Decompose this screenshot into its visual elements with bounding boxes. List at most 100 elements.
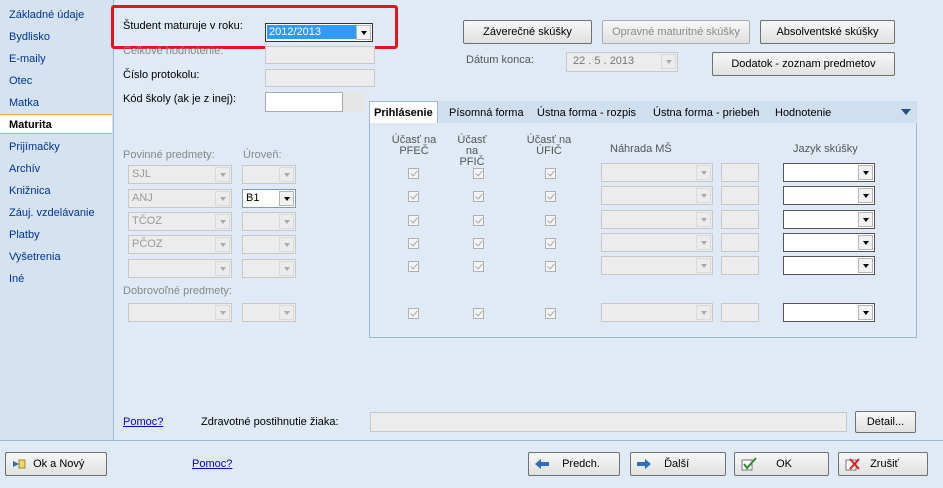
tab-overflow-icon[interactable]: [901, 109, 911, 115]
protocol-field[interactable]: [265, 69, 375, 87]
sidebar-item-bydlisko[interactable]: Bydlisko: [0, 27, 112, 47]
overall-rating-field[interactable]: [265, 46, 375, 64]
pfic-checkbox[interactable]: [473, 308, 484, 319]
chevron-down-icon[interactable]: [279, 261, 294, 276]
chevron-down-icon[interactable]: [858, 235, 873, 250]
chevron-down-icon[interactable]: [858, 212, 873, 227]
ufic-checkbox[interactable]: [545, 191, 556, 202]
chevron-down-icon[interactable]: [279, 305, 294, 320]
tab-prihlasenie[interactable]: Prihlásenie: [369, 101, 438, 123]
pfec-checkbox[interactable]: [408, 308, 419, 319]
tab-ustna-forma-rozpis[interactable]: Ústna forma - rozpis: [537, 104, 636, 122]
sidebar-item-zauj-vzdelavanie[interactable]: Záuj. vzdelávanie: [0, 203, 112, 223]
level-select-3[interactable]: [242, 212, 296, 231]
nahrada-code-field[interactable]: [721, 186, 759, 205]
final-exams-button[interactable]: Záverečné skúšky: [463, 20, 592, 44]
detail-button[interactable]: Detail...: [855, 411, 916, 433]
health-field[interactable]: [370, 412, 847, 432]
nahrada-select[interactable]: [601, 233, 713, 252]
ufic-checkbox[interactable]: [545, 238, 556, 249]
level-select-4[interactable]: [242, 235, 296, 254]
chevron-down-icon[interactable]: [279, 167, 294, 182]
chevron-down-icon[interactable]: [215, 191, 230, 206]
language-select[interactable]: [783, 163, 875, 182]
chevron-down-icon[interactable]: [696, 235, 711, 250]
pfec-checkbox[interactable]: [408, 168, 419, 179]
language-select[interactable]: [783, 210, 875, 229]
next-button[interactable]: Ďalší: [630, 452, 726, 476]
subject-select-4[interactable]: PČOZ: [128, 235, 232, 254]
cancel-button[interactable]: Zrušiť: [838, 452, 928, 476]
chevron-down-icon[interactable]: [215, 305, 230, 320]
help-link-main[interactable]: Pomoc?: [123, 416, 163, 428]
pfic-checkbox[interactable]: [473, 215, 484, 226]
subject-select-3[interactable]: TČOZ: [128, 212, 232, 231]
sidebar-item-maturita[interactable]: Maturita: [0, 114, 112, 134]
pfic-checkbox[interactable]: [473, 168, 484, 179]
language-select[interactable]: [783, 256, 875, 275]
sidebar-item-kniznica[interactable]: Knižnica: [0, 181, 112, 201]
sidebar-item-vysetrenia[interactable]: Vyšetrenia: [0, 247, 112, 267]
sidebar-item-otec[interactable]: Otec: [0, 71, 112, 91]
nahrada-code-field[interactable]: [721, 256, 759, 275]
pfec-checkbox[interactable]: [408, 261, 419, 272]
language-select[interactable]: [783, 303, 875, 322]
sidebar-item-prijimacky[interactable]: Prijímačky: [0, 137, 112, 157]
subject-select-5[interactable]: [128, 259, 232, 278]
ufic-checkbox[interactable]: [545, 215, 556, 226]
prev-button[interactable]: Predch.: [528, 452, 620, 476]
pfec-checkbox[interactable]: [408, 191, 419, 202]
chevron-down-icon[interactable]: [696, 305, 711, 320]
optional-subject-select[interactable]: [128, 303, 232, 322]
chevron-down-icon[interactable]: [696, 258, 711, 273]
level-select-2[interactable]: B1: [242, 189, 296, 208]
chevron-down-icon[interactable]: [696, 165, 711, 180]
level-select-1[interactable]: [242, 165, 296, 184]
sidebar-item-platby[interactable]: Platby: [0, 225, 112, 245]
chevron-down-icon[interactable]: [661, 54, 676, 69]
chevron-down-icon[interactable]: [215, 261, 230, 276]
chevron-down-icon[interactable]: [215, 214, 230, 229]
language-select[interactable]: [783, 186, 875, 205]
nahrada-select[interactable]: [601, 256, 713, 275]
end-date-picker[interactable]: 22 . 5 . 2013: [566, 52, 678, 72]
level-select-5[interactable]: [242, 259, 296, 278]
language-select[interactable]: [783, 233, 875, 252]
tab-hodnotenie[interactable]: Hodnotenie: [775, 104, 831, 122]
sidebar-item-matka[interactable]: Matka: [0, 93, 112, 113]
nahrada-code-field[interactable]: [721, 163, 759, 182]
nahrada-select[interactable]: [601, 163, 713, 182]
chevron-down-icon[interactable]: [858, 258, 873, 273]
tab-ustna-forma-priebeh[interactable]: Ústna forma - priebeh: [653, 104, 759, 122]
chevron-down-icon[interactable]: [215, 237, 230, 252]
ufic-checkbox[interactable]: [545, 308, 556, 319]
nahrada-code-field[interactable]: [721, 303, 759, 322]
nahrada-code-field[interactable]: [721, 233, 759, 252]
ufic-checkbox[interactable]: [545, 261, 556, 272]
subject-select-2[interactable]: ANJ: [128, 189, 232, 208]
nahrada-select[interactable]: [601, 186, 713, 205]
chevron-down-icon[interactable]: [858, 305, 873, 320]
sidebar-item-zakladne-udaje[interactable]: Základné údaje: [0, 5, 112, 25]
chevron-down-icon[interactable]: [696, 188, 711, 203]
nahrada-select[interactable]: [601, 210, 713, 229]
subject-select-1[interactable]: SJL: [128, 165, 232, 184]
chevron-down-icon[interactable]: [858, 188, 873, 203]
optional-level-select[interactable]: [242, 303, 296, 322]
nahrada-select[interactable]: [601, 303, 713, 322]
sidebar-item-emaily[interactable]: E-maily: [0, 49, 112, 69]
tab-pisomna-forma[interactable]: Písomná forma: [449, 104, 524, 122]
chevron-down-icon[interactable]: [696, 212, 711, 227]
ok-new-button[interactable]: Ok a Nový: [5, 452, 107, 476]
chevron-down-icon[interactable]: [279, 191, 294, 206]
chevron-down-icon[interactable]: [858, 165, 873, 180]
chevron-down-icon[interactable]: [279, 214, 294, 229]
pfec-checkbox[interactable]: [408, 215, 419, 226]
help-link-bottom[interactable]: Pomoc?: [192, 458, 232, 470]
graduate-exams-button[interactable]: Absolventské skúšky: [760, 20, 895, 44]
chevron-down-icon[interactable]: [279, 237, 294, 252]
pfic-checkbox[interactable]: [473, 191, 484, 202]
sidebar-item-archiv[interactable]: Archív: [0, 159, 112, 179]
ufic-checkbox[interactable]: [545, 168, 556, 179]
school-code-field[interactable]: [265, 92, 343, 112]
